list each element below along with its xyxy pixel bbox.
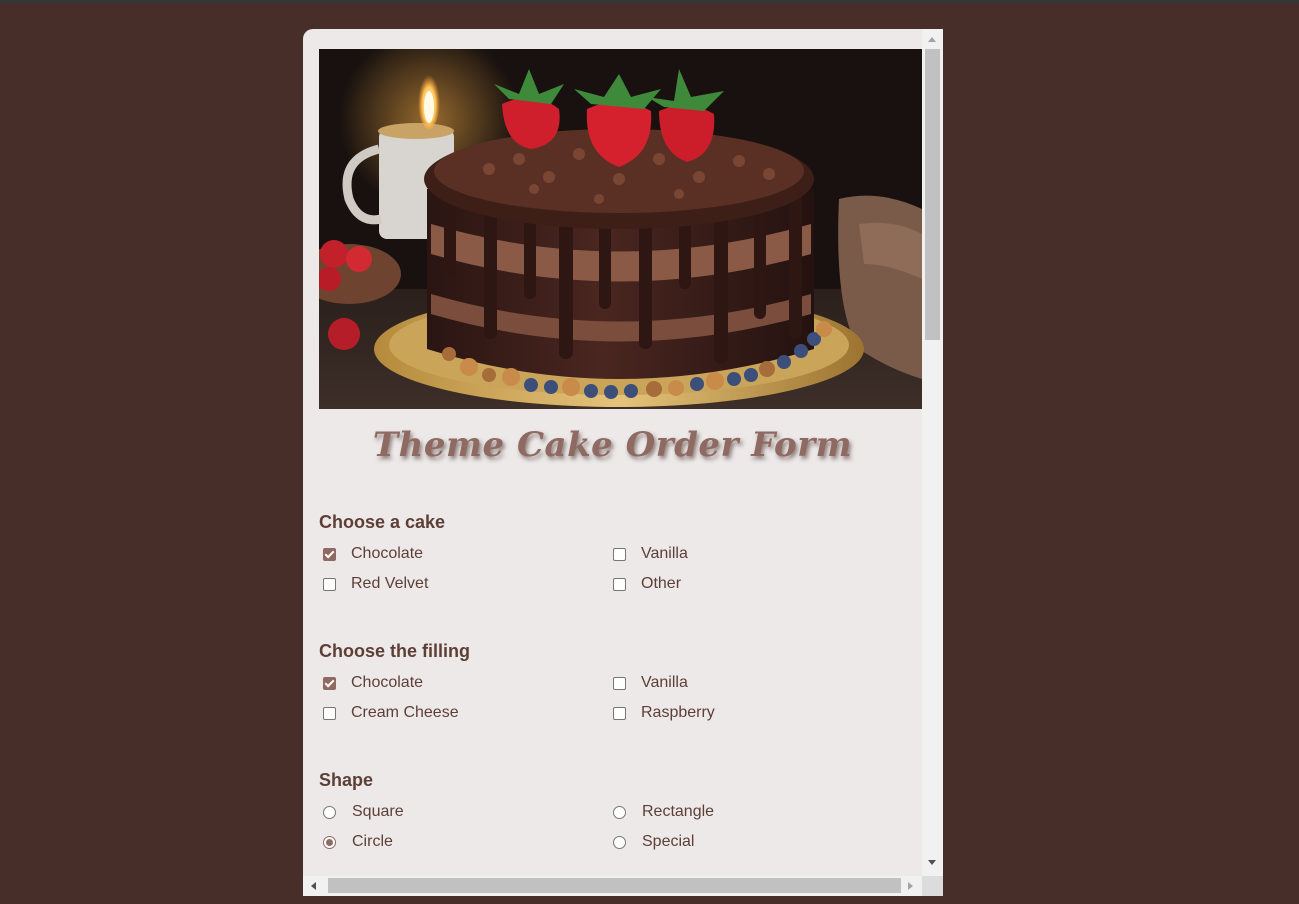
- cake-option-vanilla[interactable]: Vanilla: [609, 544, 688, 564]
- shape-rectangle-label: Rectangle: [642, 803, 715, 820]
- shape-special-label: Special: [642, 833, 695, 850]
- filling-option-chocolate[interactable]: Chocolate: [319, 673, 423, 693]
- shape-option-rectangle[interactable]: Rectangle: [609, 802, 714, 822]
- shape-option-special[interactable]: Special: [609, 832, 694, 852]
- filling-raspberry-checkbox[interactable]: [613, 706, 626, 720]
- filling-cream-cheese-label: Cream Cheese: [351, 704, 459, 721]
- cake-vanilla-checkbox[interactable]: [613, 547, 626, 561]
- cake-option-other[interactable]: Other: [609, 574, 681, 594]
- filling-section-heading: Choose the filling: [319, 641, 470, 661]
- shape-special-radio[interactable]: [613, 835, 626, 849]
- cake-chocolate-label: Chocolate: [351, 545, 424, 562]
- filling-option-vanilla[interactable]: Vanilla: [609, 673, 688, 693]
- cake-other-label: Other: [641, 575, 682, 592]
- cake-red-velvet-checkbox[interactable]: [323, 577, 336, 591]
- shape-option-circle[interactable]: Circle: [319, 832, 393, 852]
- shape-circle-radio[interactable]: [323, 835, 336, 849]
- shape-square-radio[interactable]: [323, 805, 336, 819]
- horizontal-scroll-thumb[interactable]: [328, 878, 901, 893]
- cake-option-chocolate[interactable]: Chocolate: [319, 544, 423, 564]
- filling-cream-cheese-checkbox[interactable]: [323, 706, 336, 720]
- form-window: Theme Cake Order Form Choose a cake Choc…: [303, 29, 943, 896]
- filling-raspberry-label: Raspberry: [641, 704, 715, 721]
- cake-other-checkbox[interactable]: [613, 577, 626, 591]
- scroll-down-arrow-icon[interactable]: [928, 860, 936, 865]
- shape-rectangle-radio[interactable]: [613, 805, 626, 819]
- shape-section: Shape: [319, 770, 919, 791]
- cake-vanilla-label: Vanilla: [641, 545, 688, 562]
- filling-option-raspberry[interactable]: Raspberry: [609, 703, 715, 723]
- shape-square-label: Square: [352, 803, 404, 820]
- scrollbar-corner: [922, 876, 943, 896]
- form-content: Theme Cake Order Form Choose a cake Choc…: [303, 29, 922, 876]
- scroll-up-arrow-icon[interactable]: [928, 37, 936, 42]
- vertical-scrollbar[interactable]: [922, 29, 943, 876]
- cake-section-heading: Choose a cake: [319, 512, 446, 532]
- form-title: Theme Cake Order Form: [372, 425, 853, 465]
- filling-section: Choose the filling: [319, 641, 919, 662]
- filling-option-cream-cheese[interactable]: Cream Cheese: [319, 703, 459, 723]
- shape-section-heading: Shape: [319, 770, 374, 790]
- scroll-left-arrow-icon[interactable]: [311, 882, 316, 890]
- cake-chocolate-checkbox[interactable]: [323, 547, 336, 561]
- scroll-right-arrow-icon[interactable]: [908, 882, 913, 890]
- cake-option-red-velvet[interactable]: Red Velvet: [319, 574, 428, 594]
- filling-chocolate-checkbox[interactable]: [323, 676, 336, 690]
- cake-hero-image: [319, 49, 922, 409]
- filling-vanilla-checkbox[interactable]: [613, 676, 626, 690]
- top-border: [0, 0, 1299, 3]
- cake-section: Choose a cake: [319, 512, 919, 533]
- shape-circle-label: Circle: [352, 833, 393, 850]
- horizontal-scrollbar[interactable]: [303, 876, 922, 896]
- vertical-scroll-thumb[interactable]: [925, 49, 940, 340]
- shape-option-square[interactable]: Square: [319, 802, 404, 822]
- cake-red-velvet-label: Red Velvet: [351, 575, 429, 592]
- filling-vanilla-label: Vanilla: [641, 674, 688, 691]
- filling-chocolate-label: Chocolate: [351, 674, 424, 691]
